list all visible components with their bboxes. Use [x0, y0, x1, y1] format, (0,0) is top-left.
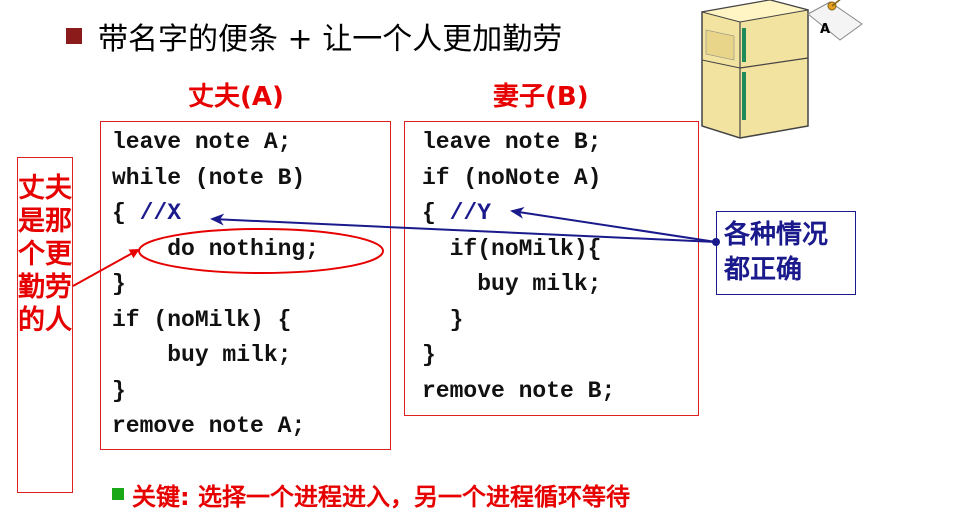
- key-bullet-icon: [112, 488, 124, 500]
- code-line: remove note A;: [112, 413, 306, 439]
- code-line: }: [422, 306, 464, 333]
- code-line: if (noMilk) {: [112, 306, 292, 333]
- code-line: remove note B;: [422, 377, 616, 404]
- wife-label: 妻子(B): [493, 82, 589, 112]
- code-line: }: [112, 377, 126, 404]
- code-line: }: [112, 271, 126, 297]
- code-line: buy milk;: [422, 271, 602, 297]
- code-line: leave note A;: [112, 129, 292, 155]
- code-line: { //X: [112, 196, 319, 232]
- code-line: while (note B): [112, 164, 306, 191]
- callout-line-2: 都正确: [724, 255, 803, 285]
- key-point-text: 关键: 选择一个进程进入，另一个进程循环等待: [132, 482, 630, 511]
- husband-label: 丈夫(A): [188, 82, 284, 112]
- code-line: do nothing;: [112, 235, 320, 262]
- key-point-row: 关键: 选择一个进程进入，另一个进程循环等待: [112, 476, 630, 512]
- callout-text: 各种情况 都正确: [724, 218, 854, 288]
- fridge-icon: [701, 0, 809, 139]
- code-line: { //Y: [422, 200, 492, 226]
- comment-y: //Y: [449, 200, 492, 226]
- fridge-note-letter: A: [820, 22, 830, 37]
- code-line: buy milk;: [112, 342, 292, 368]
- callout-line-1: 各种情况: [724, 220, 829, 250]
- side-note-text: 丈夫是那个更勤劳的人: [18, 173, 72, 336]
- page-title: 带名字的便条 + 让一个人更加勤劳: [98, 22, 563, 57]
- title-bullet-icon: [66, 28, 82, 44]
- code-line: if (noNote A): [422, 164, 602, 191]
- comment-x: //X: [139, 200, 182, 226]
- code-line: }: [422, 342, 436, 368]
- note-paper-icon: [807, 0, 863, 41]
- wife-code: leave note B; if (noNote A) { //Y if(noMil…: [422, 125, 615, 409]
- husband-code: leave note A; while (note B) { //X do noth…: [112, 125, 319, 445]
- title-row: 带名字的便条 + 让一个人更加勤劳: [66, 14, 562, 58]
- code-line: if(noMilk){: [422, 235, 602, 262]
- code-line: leave note B;: [422, 129, 602, 155]
- code-brace: {: [112, 200, 140, 226]
